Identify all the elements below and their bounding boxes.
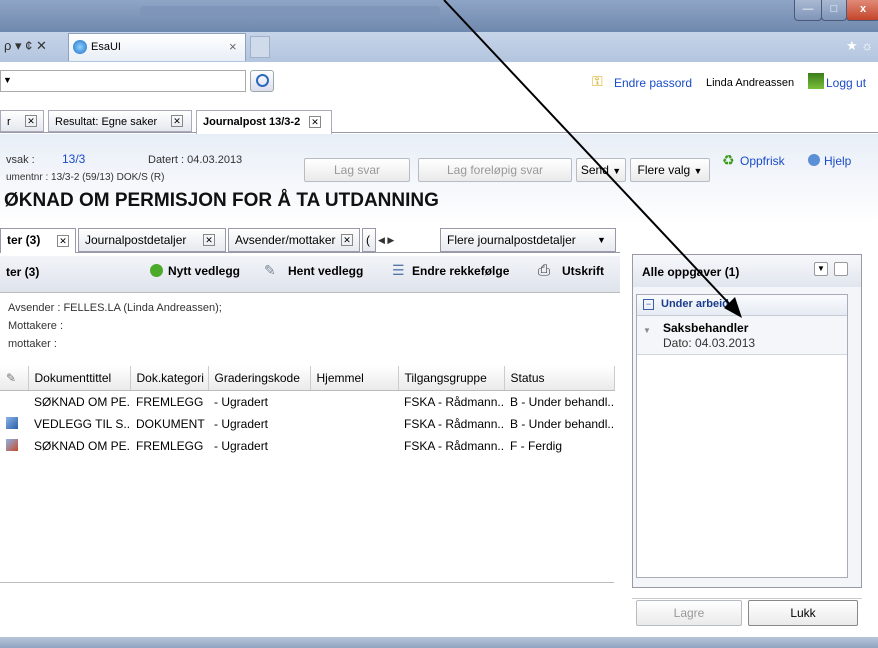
annotation-arrow	[443, 0, 742, 318]
